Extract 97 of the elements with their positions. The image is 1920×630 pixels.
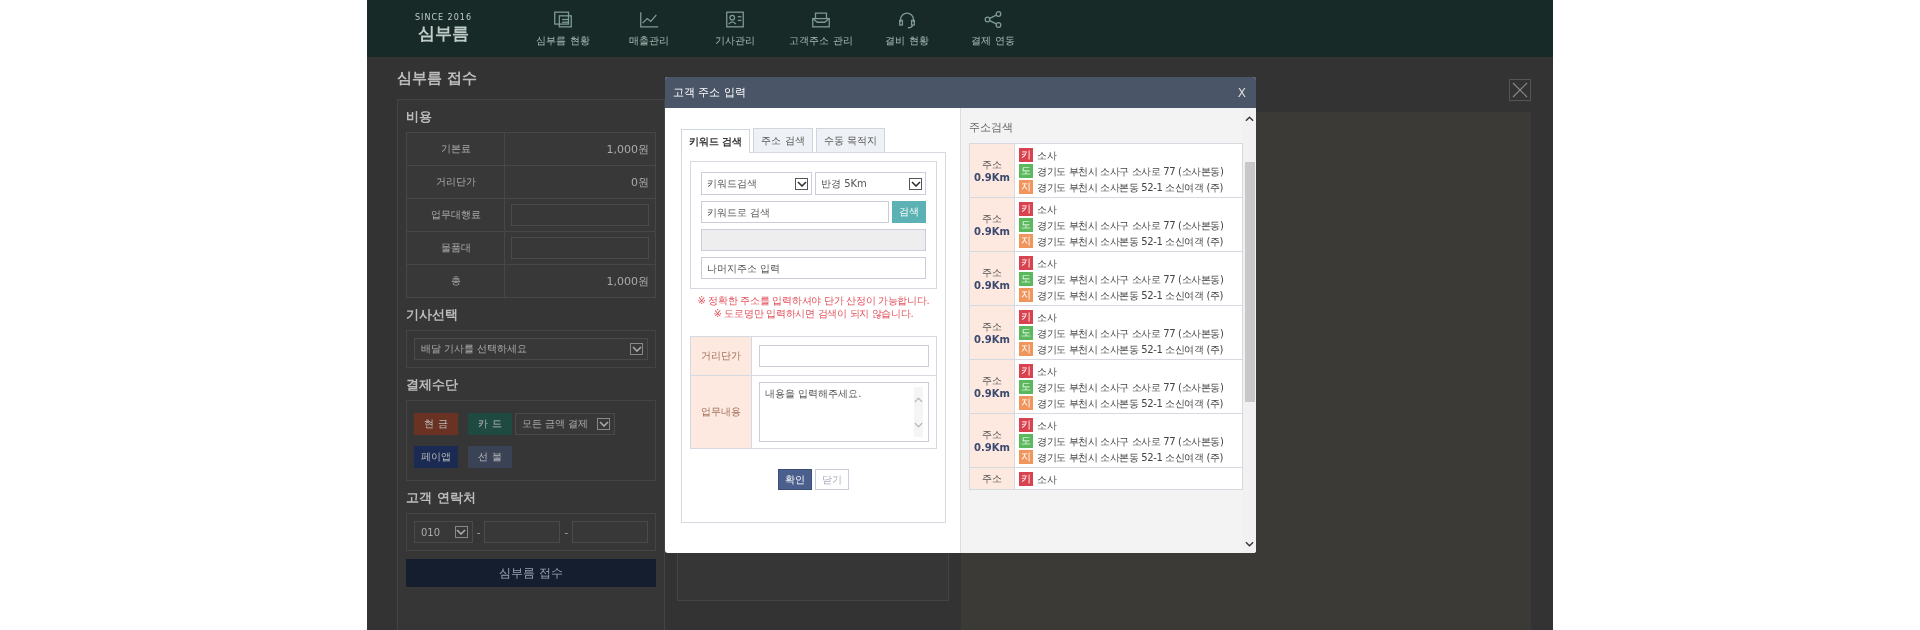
results-heading: 주소검색 [969,120,1013,135]
distance-text: 0.9Km [974,388,1010,399]
nav-item[interactable]: 기사관리 [692,9,778,48]
distance-text: 0.9Km [974,226,1010,237]
table-cell: 거리단가 [690,336,752,376]
separator-text: - [476,526,481,538]
tab[interactable]: 키워드 검색 [681,129,751,153]
table-cell: 업무내용 [690,375,752,449]
result-label: 주소 [982,471,1002,486]
type-badge: 도 [1019,164,1033,178]
page-title: 심부름 접수 [397,68,478,88]
type-badge: 도 [1019,218,1033,232]
close-button[interactable]: X [1237,85,1246,100]
type-badge: 키 [1019,310,1033,324]
payment-button[interactable]: 페이앱 [414,446,458,468]
result-label: 주소 [982,212,1002,226]
nav-item[interactable]: 매출관리 [606,9,692,48]
table-cell: 물품대 [406,231,505,265]
submit-button[interactable]: 심부름 접수 [406,559,656,587]
address-text: 소사 [1037,310,1057,324]
type-badge: 키 [1019,256,1033,270]
address-text: 경기도 부천시 소사구 소사로 77 (소사본동) [1037,434,1224,448]
notice-text: ※ 도로명만 입력하시면 검색이 되지 않습니다. [712,307,915,320]
type-badge: 도 [1019,380,1033,394]
payment-select[interactable]: 모든 금액 결제 [515,413,615,435]
notice-text: ※ 정확한 주소를 입력하셔야 단가 산정이 가능합니다. [696,294,931,307]
result-label: 주소 [982,266,1002,280]
address-text: 소사 [1037,148,1057,162]
payment-button[interactable]: 카 드 [468,413,512,435]
address-text: 경기도 부천시 소사구 소사로 77 (소사본동) [1037,326,1224,340]
driver-select[interactable]: 배달 기사를 선택하세요 [414,338,648,360]
distance-text: 0.9Km [974,442,1010,453]
address-text: 소사 [1037,256,1057,270]
section-heading: 비용 [406,108,433,126]
radius-select[interactable]: 반경 5Km [815,172,926,195]
type-badge: 도 [1019,434,1033,448]
address-text: 소사 [1037,364,1057,378]
logo-tagline: SINCE 2016 [415,12,472,22]
type-badge: 키 [1019,364,1033,378]
address-text: 경기도 부천시 소사구 소사로 77 (소사본동) [1037,272,1224,286]
payment-button[interactable]: 현 금 [414,413,458,435]
table-cell: 0원 [504,165,656,199]
type-badge: 도 [1019,272,1033,286]
address-text: 경기도 부천시 소사본동 52-1 소신여객 (주) [1037,396,1223,410]
tab[interactable]: 수동 목적지 [815,128,885,152]
table-cell: 1,000원 [504,264,656,298]
distance-text: 0.9Km [974,334,1010,345]
table-cell: 총 [406,264,505,298]
search-type-select[interactable]: 키워드검색 [701,172,812,195]
type-badge: 키 [1019,202,1033,216]
table-cell: 업무대행료 [406,198,505,232]
result-label: 주소 [982,320,1002,334]
type-badge: 지 [1019,450,1033,464]
address-text: 경기도 부천시 소사구 소사로 77 (소사본동) [1037,380,1224,394]
address-text: 경기도 부천시 소사본동 52-1 소신여객 (주) [1037,450,1223,464]
address-text: 소사 [1037,472,1057,486]
dialog-title: 고객 주소 입력 [673,85,746,100]
type-badge: 지 [1019,342,1033,356]
type-badge: 지 [1019,180,1033,194]
nav-item[interactable]: 심부름 현황 [520,9,606,48]
type-badge: 키 [1019,418,1033,432]
type-badge: 지 [1019,288,1033,302]
payment-button[interactable]: 선 불 [468,446,512,468]
nav-item[interactable]: 고객주소 관리 [778,9,864,48]
address-text: 경기도 부천시 소사본동 52-1 소신여객 (주) [1037,180,1223,194]
dialog-button[interactable]: 확인 [778,469,812,490]
result-label: 주소 [982,428,1002,442]
table-cell: 거리단가 [406,165,505,199]
table-cell: 기본료 [406,132,505,166]
section-heading: 기사선택 [406,306,459,324]
section-heading: 결제수단 [406,376,459,394]
type-badge: 지 [1019,396,1033,410]
type-badge: 도 [1019,326,1033,340]
result-label: 주소 [982,374,1002,388]
phone-prefix-select[interactable]: 010 [414,521,473,543]
address-text: 경기도 부천시 소사본동 52-1 소신여객 (주) [1037,342,1223,356]
address-text: 경기도 부천시 소사구 소사로 77 (소사본동) [1037,218,1224,232]
type-badge: 지 [1019,234,1033,248]
address-text: 경기도 부천시 소사본동 52-1 소신여객 (주) [1037,288,1223,302]
tab[interactable]: 주소 검색 [753,128,813,152]
type-badge: 키 [1019,472,1033,486]
type-badge: 키 [1019,148,1033,162]
nav-item[interactable]: 결제 연동 [950,9,1036,48]
distance-text: 0.9Km [974,172,1010,183]
table-cell: 1,000원 [504,132,656,166]
distance-text: 0.9Km [974,280,1010,291]
address-text: 경기도 부천시 소사본동 52-1 소신여객 (주) [1037,234,1223,248]
separator-text: - [564,526,568,538]
section-heading: 고객 연락처 [406,489,477,507]
detail-address-input[interactable]: 나머지주소 입력 [701,257,926,279]
keyword-input[interactable]: 키워드로 검색 [701,201,889,223]
result-label: 주소 [982,158,1002,172]
address-text: 소사 [1037,418,1057,432]
address-text: 소사 [1037,202,1057,216]
nav-item[interactable]: 결비 현황 [864,9,950,48]
logo-text: 심부름 [418,21,469,45]
address-text: 경기도 부천시 소사구 소사로 77 (소사본동) [1037,164,1224,178]
